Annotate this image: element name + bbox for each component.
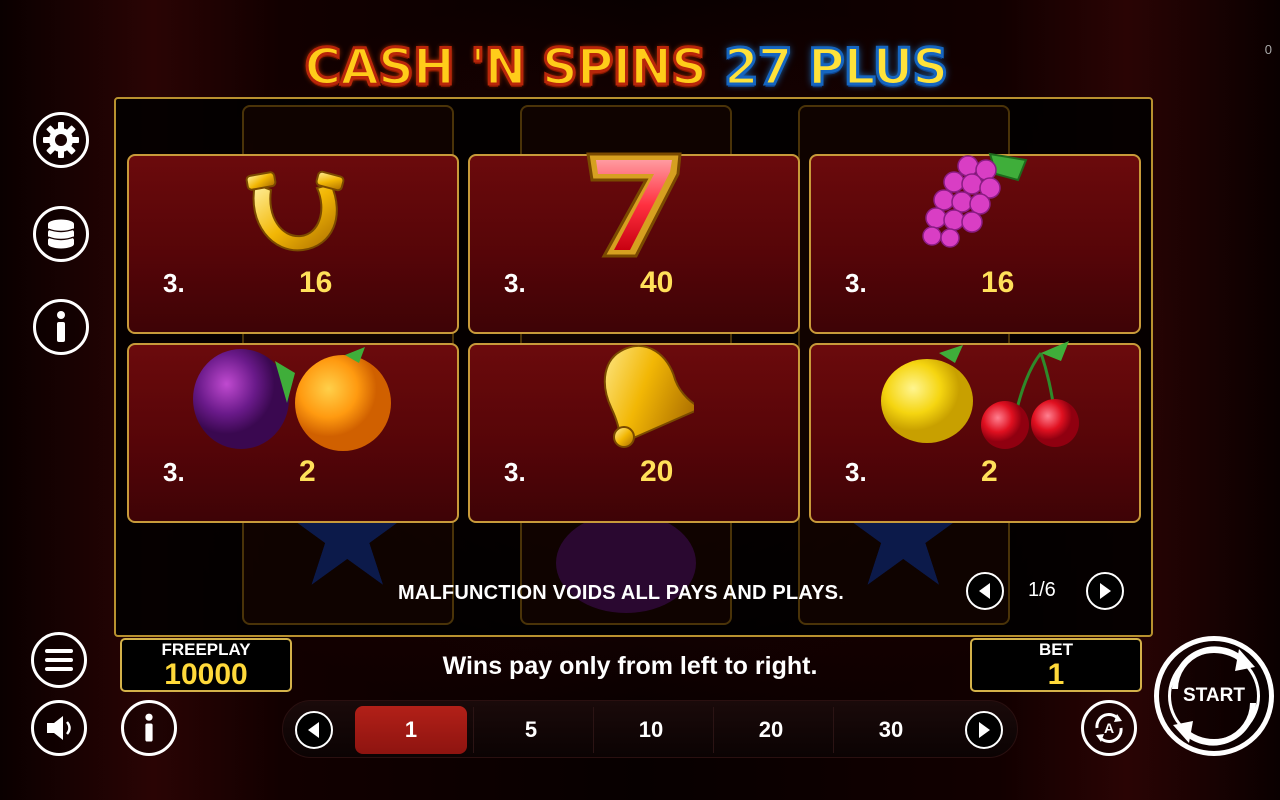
info-icon bbox=[145, 713, 153, 742]
gear-icon bbox=[43, 122, 79, 158]
bet-option-30[interactable]: 30 bbox=[835, 706, 947, 754]
lemon-cherry-icon bbox=[881, 341, 1079, 449]
bet-selector: 1 5 10 20 30 bbox=[282, 700, 1018, 758]
game-title: CASH 'N SPINS 27 PLUS bbox=[296, 37, 956, 98]
paytable-card-bell: 3. 20 bbox=[468, 343, 800, 523]
menu-button[interactable] bbox=[31, 632, 87, 688]
speaker-icon bbox=[47, 716, 71, 740]
triangle-right-icon bbox=[979, 722, 990, 738]
triangle-left-icon bbox=[979, 583, 990, 599]
seven-icon bbox=[586, 152, 682, 258]
bet-option-10[interactable]: 10 bbox=[595, 706, 707, 754]
hamburger-menu-icon bbox=[45, 649, 73, 671]
symbol-payout: 16 bbox=[981, 266, 1015, 299]
bet-label: BET bbox=[1039, 639, 1073, 659]
triangle-right-icon bbox=[1100, 583, 1111, 599]
game-info-button[interactable] bbox=[121, 700, 177, 756]
freeplay-balance: FREEPLAY 10000 bbox=[120, 638, 292, 692]
paytable-card-plum-orange: 3. 2 bbox=[127, 343, 459, 523]
paytable-prev-button[interactable] bbox=[966, 572, 1004, 610]
bet-option-20[interactable]: 20 bbox=[715, 706, 827, 754]
symbol-payout: 40 bbox=[640, 266, 674, 299]
paytable-card-horseshoe: 3. 16 bbox=[127, 154, 459, 334]
coins-button[interactable] bbox=[33, 206, 89, 262]
malfunction-notice: MALFUNCTION VOIDS ALL PAYS AND PLAYS. bbox=[398, 582, 844, 604]
bet-next-button[interactable] bbox=[965, 711, 1003, 749]
wins-message: Wins pay only from left to right. bbox=[442, 652, 818, 680]
grapes-icon bbox=[922, 152, 1028, 248]
freeplay-label: FREEPLAY bbox=[161, 639, 251, 659]
info-button[interactable] bbox=[33, 299, 89, 355]
corner-counter: 0 bbox=[1264, 42, 1272, 57]
svg-text:A: A bbox=[1104, 720, 1114, 736]
start-button[interactable]: START bbox=[1154, 636, 1274, 756]
bell-icon bbox=[603, 345, 694, 448]
title-part1: CASH 'N SPINS bbox=[303, 37, 708, 98]
freeplay-value: 10000 bbox=[164, 657, 248, 691]
bet-divider bbox=[473, 707, 474, 753]
symbol-payout: 16 bbox=[299, 266, 333, 299]
title-part2: 27 PLUS bbox=[722, 37, 949, 98]
horseshoe-icon bbox=[245, 170, 345, 252]
sound-button[interactable] bbox=[31, 700, 87, 756]
bet-display: BET 1 bbox=[970, 638, 1142, 692]
paytable-panel: ★ ★ 3. 16 3. 40 3. 16 3. 2 3. 20 3. 2 bbox=[114, 97, 1153, 637]
spin-arrows-icon bbox=[1172, 646, 1256, 746]
bet-option-5[interactable]: 5 bbox=[475, 706, 587, 754]
symbol-count: 3. bbox=[163, 457, 185, 487]
symbol-count: 3. bbox=[845, 268, 867, 298]
plum-orange-icon bbox=[193, 347, 391, 451]
paytable-next-button[interactable] bbox=[1086, 572, 1124, 610]
paytable-page-indicator: 1/6 bbox=[1028, 579, 1056, 601]
symbol-count: 3. bbox=[163, 268, 185, 298]
info-icon bbox=[57, 311, 65, 342]
bet-divider bbox=[833, 707, 834, 753]
settings-button[interactable] bbox=[33, 112, 89, 168]
symbol-count: 3. bbox=[845, 457, 867, 487]
triangle-left-icon bbox=[308, 722, 319, 738]
autoplay-button[interactable]: A bbox=[1081, 700, 1137, 756]
bet-value: 1 bbox=[1047, 657, 1065, 691]
paytable-card-grapes: 3. 16 bbox=[809, 152, 1141, 334]
bet-option-1[interactable]: 1 bbox=[355, 706, 467, 754]
bet-divider bbox=[713, 707, 714, 753]
paytable-card-lemon-cherry: 3. 2 bbox=[809, 341, 1141, 523]
paytable-card-seven: 3. 40 bbox=[468, 152, 800, 334]
autoplay-icon: A bbox=[1095, 713, 1123, 743]
symbol-payout: 2 bbox=[299, 455, 316, 488]
bet-divider bbox=[593, 707, 594, 753]
symbol-count: 3. bbox=[504, 268, 526, 298]
coin-stack-icon bbox=[47, 219, 75, 249]
bet-prev-button[interactable] bbox=[295, 711, 333, 749]
symbol-payout: 20 bbox=[640, 455, 674, 488]
symbol-count: 3. bbox=[504, 457, 526, 487]
symbol-payout: 2 bbox=[981, 455, 998, 488]
